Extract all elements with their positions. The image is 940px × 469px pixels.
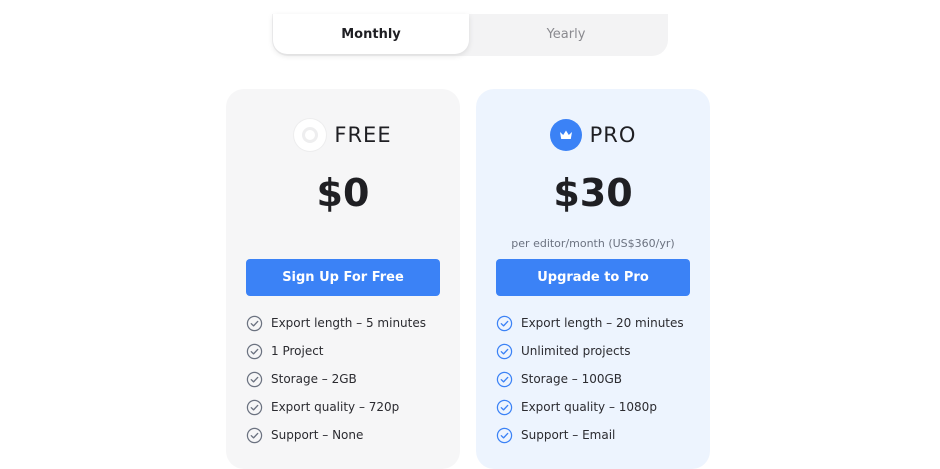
feature-item: Export length – 20 minutes xyxy=(496,309,706,337)
yearly-tab[interactable]: Yearly xyxy=(468,14,664,54)
check-circle-icon xyxy=(496,343,513,359)
feature-label: 1 Project xyxy=(271,344,324,358)
feature-item: Support – None xyxy=(246,421,456,449)
feature-item: Export length – 5 minutes xyxy=(246,309,456,337)
plan-name: PRO xyxy=(589,123,637,147)
plan-header: PRO xyxy=(476,119,710,151)
feature-label: Export length – 5 minutes xyxy=(271,316,426,330)
feature-list: Export length – 5 minutes 1 Project Stor… xyxy=(246,309,456,449)
feature-list: Export length – 20 minutes Unlimited pro… xyxy=(496,309,706,449)
billing-toggle: Monthly Yearly xyxy=(272,14,668,56)
check-circle-icon xyxy=(496,315,513,331)
feature-label: Support – Email xyxy=(521,428,616,442)
feature-label: Storage – 100GB xyxy=(521,372,623,386)
plan-header: FREE xyxy=(226,119,460,151)
feature-item: Unlimited projects xyxy=(496,337,706,365)
check-circle-icon xyxy=(246,371,263,387)
feature-label: Export quality – 720p xyxy=(271,400,400,414)
crown-icon xyxy=(549,119,582,151)
feature-item: Storage – 2GB xyxy=(246,365,456,393)
pro-plan-card: PRO $30 per editor/month (US$360/yr) Upg… xyxy=(476,89,710,469)
free-plan-card: FREE $0 Sign Up For Free Export length –… xyxy=(226,89,460,469)
feature-label: Export length – 20 minutes xyxy=(521,316,684,330)
price-note: per editor/month (US$360/yr) xyxy=(511,237,675,250)
feature-item: Storage – 100GB xyxy=(496,365,706,393)
feature-item: Support – Email xyxy=(496,421,706,449)
check-circle-icon xyxy=(246,315,263,331)
feature-label: Unlimited projects xyxy=(521,344,631,358)
feature-item: 1 Project xyxy=(246,337,456,365)
feature-label: Storage – 2GB xyxy=(271,372,357,386)
check-circle-icon xyxy=(246,343,263,359)
check-circle-icon xyxy=(496,371,513,387)
feature-label: Export quality – 1080p xyxy=(521,400,657,414)
upgrade-to-pro-button[interactable]: Upgrade to Pro xyxy=(496,259,690,296)
monthly-tab[interactable]: Monthly xyxy=(273,14,469,54)
feature-item: Export quality – 720p xyxy=(246,393,456,421)
plan-price: $0 xyxy=(316,171,370,215)
plan-price: $30 xyxy=(553,171,633,215)
plan-name: FREE xyxy=(334,123,392,147)
check-circle-icon xyxy=(496,427,513,443)
check-circle-icon xyxy=(496,399,513,415)
check-circle-icon xyxy=(246,399,263,415)
feature-label: Support – None xyxy=(271,428,364,442)
feature-item: Export quality – 1080p xyxy=(496,393,706,421)
check-circle-icon xyxy=(246,427,263,443)
circle-logo-icon xyxy=(294,119,327,151)
sign-up-free-button[interactable]: Sign Up For Free xyxy=(246,259,440,296)
